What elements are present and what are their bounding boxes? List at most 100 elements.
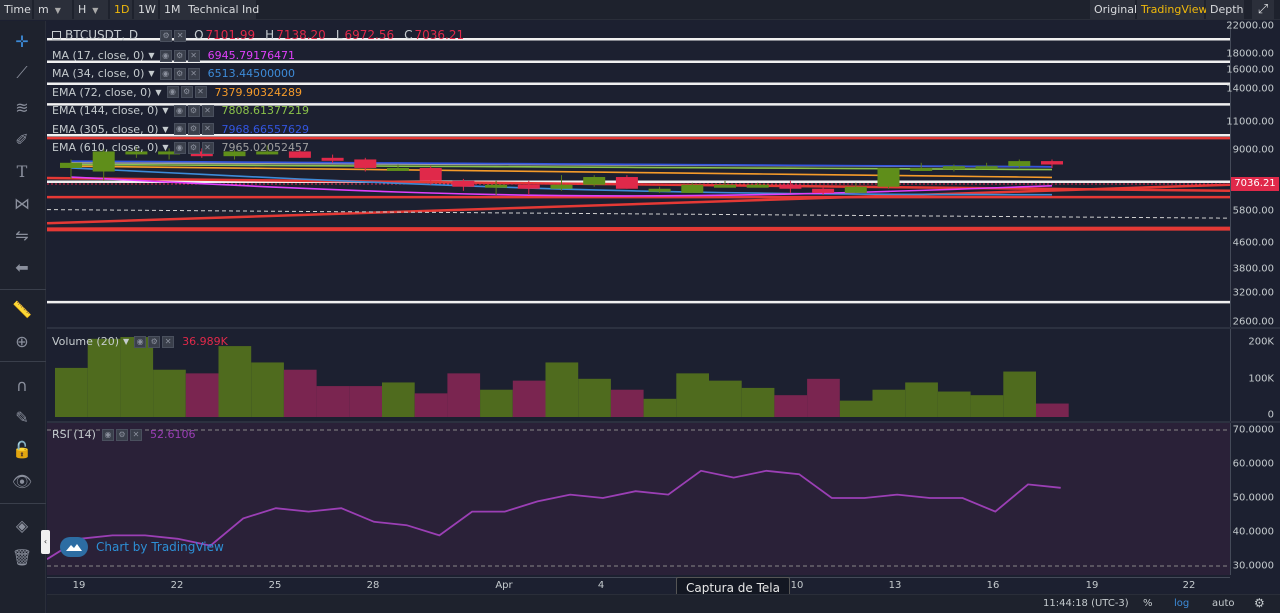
toolbar-divider [0,289,46,290]
caret-down-icon: ▼ [54,6,61,15]
settings-icon[interactable]: ⚙ [173,67,186,80]
original-view-button[interactable]: Original [1090,0,1137,19]
hour-interval-dropdown[interactable]: H ▼ [74,0,108,19]
volume-pane[interactable]: Volume (20) ▼ ◉ ⚙ ✕ 36.989K [47,329,1230,421]
log-toggle[interactable]: log [1174,598,1189,609]
stay-drawing-icon[interactable]: ✎ [10,405,34,429]
eye-icon[interactable]: ◉ [173,123,186,136]
close-icon[interactable]: ✕ [129,428,142,441]
price-tick-label: 4600.00 [1232,237,1274,249]
close-icon[interactable]: ✕ [162,335,175,348]
caret-down-icon[interactable]: ▼ [148,47,154,64]
caret-down-icon[interactable]: ▼ [148,65,154,82]
rsi-pane[interactable]: RSI (14) ◉ ⚙ ✕ 52.6106 [47,423,1230,575]
indicator-value: 6945.79176471 [207,49,296,62]
settings-icon[interactable]: ⚙ [148,335,161,348]
caret-down-icon[interactable]: ▼ [162,121,168,138]
depth-button[interactable]: Depth [1206,0,1244,19]
interval-1w-button[interactable]: 1W [134,0,158,19]
time-button[interactable]: Time [0,0,32,19]
crosshair-icon[interactable]: ✛ [10,29,34,53]
brush-icon[interactable]: ✐ [10,127,34,151]
current-price-tag: 7036.21 [1231,177,1279,191]
close-icon[interactable]: ✕ [201,123,214,136]
eye-icon[interactable]: ◉ [134,335,147,348]
time-axis[interactable]: 19 22 25 28 Apr 4 10 13 16 19 22 [47,577,1230,594]
settings-icon[interactable]: ⚙ [187,123,200,136]
interval-1d-button[interactable]: 1D [110,0,132,19]
tradingview-watermark[interactable]: Chart by TradingView [60,537,224,557]
close-icon[interactable]: ✕ [187,49,200,62]
volume-bar [807,378,840,417]
interval-1m-button[interactable]: 1M [160,0,184,19]
drawing-toolbar: ✛ ⟋ ≋ ✐ T ⋈ ⇋ ⬅ 📏 ⊕ ∩ ✎ 🔓 👁 ◈ 🗑 [0,21,46,613]
caret-down-icon[interactable]: ▼ [155,84,161,101]
close-icon[interactable]: ✕ [201,141,214,154]
expand-icon[interactable]: ⤢ [1252,0,1274,19]
rsi-scale[interactable]: 70.0000 60.0000 50.0000 40.0000 30.0000 [1230,423,1280,575]
volume-bar [414,393,448,417]
close-icon[interactable]: ✕ [201,104,214,117]
price-scale[interactable]: 22000.00 18000.00 16000.00 14000.00 11000.00… [1226,21,1280,328]
collapse-icon[interactable] [52,31,61,40]
eye-icon[interactable]: ◉ [173,104,186,117]
technical-indicators-button[interactable]: Technical Ind [184,0,259,19]
prediction-tool-icon[interactable]: ⇋ [10,223,34,247]
settings-icon[interactable]: ⚙ [160,29,173,42]
back-arrow-icon[interactable]: ⬅ [10,255,34,279]
collapse-toolbar-tab[interactable]: ‹ [41,530,50,554]
rsi-legend-actions: ◉ ⚙ ✕ [101,428,142,441]
settings-icon[interactable]: ⚙ [173,49,186,62]
price-pane[interactable]: BTCUSDT, D ⚙ ✕ O 7101.99 H 7138.20 L 697… [47,21,1230,327]
candle-body [779,184,802,189]
eye-icon[interactable]: ◉ [159,67,172,80]
gear-icon[interactable]: ⚙ [1254,596,1265,610]
candle-body [714,184,736,188]
pattern-tool-icon[interactable]: ⋈ [10,191,34,215]
zoom-in-icon[interactable]: ⊕ [10,329,34,353]
settings-icon[interactable]: ⚙ [180,86,193,99]
rsi-indicator-name: RSI (14) [52,428,96,441]
eye-icon[interactable]: ◉ [101,428,114,441]
settings-icon[interactable]: ⚙ [187,141,200,154]
ruler-icon[interactable]: 📏 [10,297,34,321]
trend-line-icon[interactable]: ⟋ [10,61,34,85]
indicator-actions: ◉ ⚙ ✕ [166,86,207,99]
price-tick-label: 14000.00 [1226,83,1274,95]
layers-icon[interactable]: ◈ [10,513,34,537]
caret-down-icon[interactable]: ▼ [123,333,129,350]
close-icon[interactable]: ✕ [194,86,207,99]
eye-icon[interactable]: ◉ [159,49,172,62]
price-tick-label: 22000.00 [1226,20,1274,32]
percent-toggle[interactable]: % [1143,598,1153,609]
fib-tool-icon[interactable]: ≋ [10,95,34,119]
text-tool-icon[interactable]: T [10,159,34,183]
legend-actions: ⚙ ✕ [160,29,187,42]
caret-down-icon[interactable]: ▼ [162,102,168,119]
settings-icon[interactable]: ⚙ [115,428,128,441]
minute-interval-dropdown[interactable]: m ▼ [34,0,72,19]
volume-legend: Volume (20) ▼ ◉ ⚙ ✕ 36.989K [52,333,228,350]
high-label: H [265,28,275,42]
time-tick-label: 28 [366,580,380,591]
lock-icon[interactable]: 🔓 [10,437,34,461]
indicator-legend-row: EMA (144, close, 0) ▼ ◉ ⚙ ✕ 7808.61377219 [52,102,309,119]
time-tick-label: 25 [268,580,282,591]
volume-tick-label: 200K [1248,336,1274,348]
caret-down-icon[interactable]: ▼ [162,139,168,156]
magnet-icon[interactable]: ∩ [10,373,34,397]
eye-icon[interactable]: 👁 [10,469,34,493]
indicator-value: 7968.66557629 [221,122,309,136]
indicator-value: 6513.44500000 [207,67,296,81]
eye-icon[interactable]: ◉ [166,86,179,99]
rsi-chart [47,429,1230,567]
close-icon[interactable]: ✕ [187,67,200,80]
auto-toggle[interactable]: auto [1212,598,1235,609]
tradingview-button[interactable]: TradingView [1137,0,1207,19]
volume-scale[interactable]: 200K 100K 0 [1230,329,1280,421]
trash-icon[interactable]: 🗑 [10,545,34,569]
close-icon[interactable]: ✕ [174,29,187,42]
settings-icon[interactable]: ⚙ [187,104,200,117]
high-value: 7138.20 [276,28,326,42]
eye-icon[interactable]: ◉ [173,141,186,154]
